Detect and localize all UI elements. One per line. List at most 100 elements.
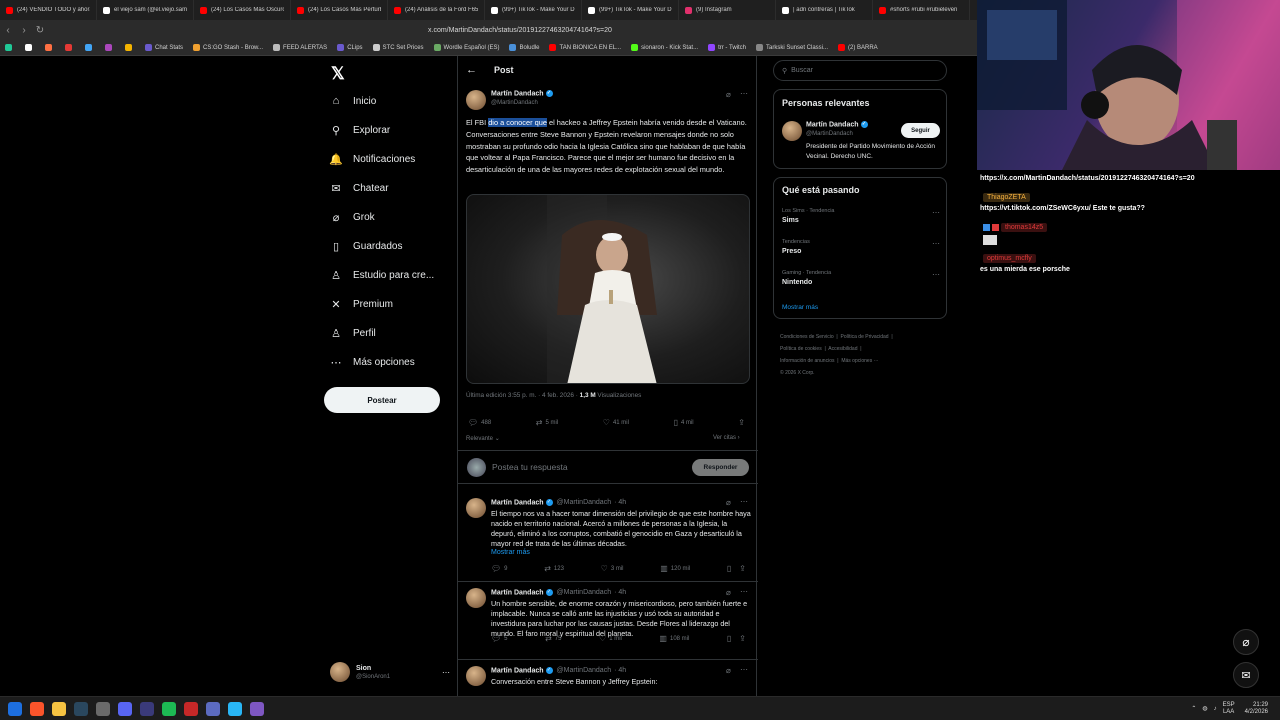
browser-tab[interactable]: (24) Los Casos Más Perturb: [291, 0, 388, 20]
repost-button[interactable]: ⇄ 123: [544, 564, 564, 573]
footer-link[interactable]: Política de cookies: [780, 346, 822, 352]
chat-username[interactable]: optimus_mcfly: [983, 254, 1036, 263]
messages-float-icon[interactable]: ✉: [1233, 662, 1259, 688]
reply-time[interactable]: · 4h: [614, 499, 626, 506]
repost-button[interactable]: ⇄ 5 mil: [536, 418, 558, 427]
nav-item-notificaciones[interactable]: 🔔 Notificaciones: [329, 147, 415, 171]
bookmark-item[interactable]: CS:GO Stash - Brow...: [188, 44, 268, 51]
reply-handle[interactable]: @MartinDandach: [557, 499, 612, 506]
grok-icon[interactable]: ⌀: [726, 498, 731, 507]
post-author-handle[interactable]: @MartinDandach: [491, 100, 538, 106]
browser-tab[interactable]: (24) Análisis de la Ford F65: [388, 0, 485, 20]
grok-icon[interactable]: ⌀: [726, 90, 731, 99]
share-icon[interactable]: ⇪: [739, 564, 746, 573]
bookmark-favicon-icon[interactable]: [0, 44, 20, 51]
more-icon[interactable]: ⋯: [932, 239, 940, 248]
reply-time[interactable]: · 4h: [614, 589, 626, 596]
back-icon[interactable]: ‹: [0, 25, 16, 36]
more-icon[interactable]: ⋯: [442, 668, 450, 677]
trend-item[interactable]: Tendencias Preso ⋯: [782, 239, 940, 265]
bookmark-item[interactable]: sionaron - Kick Stat...: [626, 44, 703, 51]
spotify-icon[interactable]: [162, 701, 176, 716]
app-icon[interactable]: [184, 701, 198, 716]
show-more-link[interactable]: Mostrar más: [782, 304, 818, 311]
post-author-name[interactable]: Martín Dandach: [491, 90, 544, 97]
bookmark-favicon-icon[interactable]: [40, 44, 60, 51]
browser-tab[interactable]: (9) Instagram: [679, 0, 776, 20]
more-icon[interactable]: ⋯: [932, 208, 940, 217]
app-icon[interactable]: [250, 701, 264, 716]
browser-tab[interactable]: | adri contreras | TikTok: [776, 0, 873, 20]
post-image[interactable]: [466, 194, 750, 384]
footer-link[interactable]: Política de Privacidad: [841, 334, 889, 340]
nav-item-explorar[interactable]: ⚲ Explorar: [329, 118, 390, 142]
volume-icon[interactable]: ♪: [1214, 706, 1217, 712]
more-icon[interactable]: ⋯: [740, 587, 748, 596]
footer-link[interactable]: Accesibilidad: [828, 346, 857, 352]
person-name[interactable]: Martín Dandach: [806, 121, 859, 128]
nav-item-guardados[interactable]: ▯ Guardados: [329, 235, 403, 259]
nav-item-m-s-opciones[interactable]: ⋯ Más opciones: [329, 351, 415, 375]
browser-tab[interactable]: (24) VENDIÓ TODO y ahora: [0, 0, 97, 20]
bookmark-item[interactable]: Wordle Español (ES): [429, 44, 505, 51]
avatar[interactable]: [466, 588, 486, 608]
nav-item-inicio[interactable]: ⌂ Inicio: [329, 89, 377, 113]
account-switcher[interactable]: Sion @SionAron1 ⋯: [330, 660, 450, 684]
browser-tab[interactable]: (24) Los Casos Más Oscuro: [194, 0, 291, 20]
bookmark-item[interactable]: CLips: [332, 44, 367, 51]
bookmark-item[interactable]: Tarkski Sunset Classi...: [751, 44, 833, 51]
chat-username[interactable]: ThiagoZETA: [983, 193, 1030, 202]
share-icon[interactable]: ⇪: [739, 634, 746, 643]
reply-button[interactable]: 💬︎ 5: [491, 634, 508, 643]
reply-button[interactable]: 💬︎ 9: [491, 564, 508, 573]
avatar[interactable]: [782, 121, 802, 141]
share-button[interactable]: ⇪: [738, 418, 748, 427]
tray-chevron-icon[interactable]: ⌃: [1191, 705, 1196, 712]
reply-handle[interactable]: @MartinDandach: [557, 667, 612, 674]
follow-button[interactable]: Seguir: [901, 123, 940, 138]
footer-link[interactable]: Más opciones ···: [841, 358, 878, 364]
app-icon[interactable]: [140, 701, 154, 716]
footer-link[interactable]: Información de anuncios: [780, 358, 834, 364]
nav-item-premium[interactable]: ✕ Premium: [329, 293, 393, 317]
bookmark-item[interactable]: STC Set Prices: [368, 44, 429, 51]
clock[interactable]: 21:29 4/2/2026: [1245, 702, 1268, 716]
reply-input[interactable]: Postea tu respuesta: [492, 462, 568, 472]
post-author-avatar[interactable]: [466, 90, 486, 110]
quotes-link[interactable]: Ver citas ›: [713, 435, 740, 441]
trend-item[interactable]: Los Sims · Tendencia Sims ⋯: [782, 208, 940, 234]
browser-tab[interactable]: #shorts #rubi #rubieleven: [873, 0, 970, 20]
views-button[interactable]: ▥ 108 mil: [659, 634, 689, 643]
app-icon[interactable]: [228, 701, 242, 716]
sort-dropdown[interactable]: Relevante ⌄: [466, 435, 500, 442]
bookmark-icon[interactable]: ▯: [727, 634, 731, 643]
discord-icon[interactable]: [118, 701, 132, 716]
like-button[interactable]: ♡ 41 mil: [603, 418, 629, 427]
trend-item[interactable]: Gaming · Tendencia Nintendo ⋯: [782, 270, 940, 296]
bookmark-favicon-icon[interactable]: [80, 44, 100, 51]
reload-icon[interactable]: ↻: [32, 25, 48, 36]
bookmark-item[interactable]: trr - Twitch: [703, 44, 751, 51]
bookmark-favicon-icon[interactable]: [120, 44, 140, 51]
file-explorer-icon[interactable]: [52, 701, 66, 716]
brave-browser-icon[interactable]: [30, 701, 44, 716]
forward-icon[interactable]: ›: [16, 25, 32, 36]
search-input[interactable]: ⚲ Buscar: [773, 60, 947, 81]
reply-submit-button[interactable]: Responder: [692, 459, 749, 476]
browser-tab[interactable]: (99+) TikTok - Make Your D: [582, 0, 679, 20]
chat-username[interactable]: thomas14z5: [1001, 223, 1048, 232]
reply-author[interactable]: Martín Dandach: [491, 499, 544, 506]
nav-item-perfil[interactable]: ♙ Perfil: [329, 322, 376, 346]
avatar[interactable]: [466, 498, 486, 518]
more-icon[interactable]: ⋯: [740, 665, 748, 674]
url-field[interactable]: x.com/MartinDandach/status/2019122746320…: [428, 27, 612, 34]
reply-post[interactable]: Martín Dandach ✓ @MartinDandach · 4h ⌀ ⋯ Un ho…: [458, 581, 758, 659]
bookmark-item[interactable]: (2) BARRA: [833, 44, 883, 51]
back-arrow-icon[interactable]: ←: [466, 64, 477, 76]
bookmark-favicon-icon[interactable]: [100, 44, 120, 51]
language-indicator[interactable]: ESP LAA: [1223, 702, 1235, 716]
reply-author[interactable]: Martín Dandach: [491, 667, 544, 674]
more-icon[interactable]: ⋯: [740, 497, 748, 506]
grok-icon[interactable]: ⌀: [726, 588, 731, 597]
bookmark-item[interactable]: Boludle: [504, 44, 544, 51]
